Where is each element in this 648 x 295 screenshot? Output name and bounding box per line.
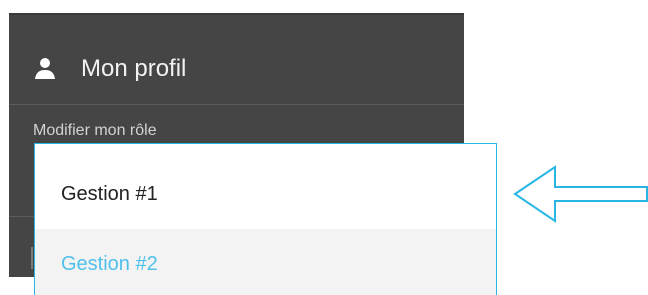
role-dropdown-menu[interactable]: Gestion #1 Gestion #2 xyxy=(34,143,497,295)
modify-role-label: Modifier mon rôle xyxy=(33,122,157,139)
dropdown-option-gestion-1[interactable]: Gestion #1 xyxy=(35,159,496,229)
panel-edge-tick xyxy=(31,247,33,269)
screenshot-canvas: Mon profil Modifier mon rôle Gestion #1 … xyxy=(0,0,648,295)
left-arrow-icon xyxy=(513,165,648,223)
dropdown-option-gestion-2[interactable]: Gestion #2 xyxy=(35,229,496,295)
profile-header[interactable]: Mon profil xyxy=(9,15,464,105)
user-icon xyxy=(35,58,55,79)
profile-title: Mon profil xyxy=(81,55,187,82)
